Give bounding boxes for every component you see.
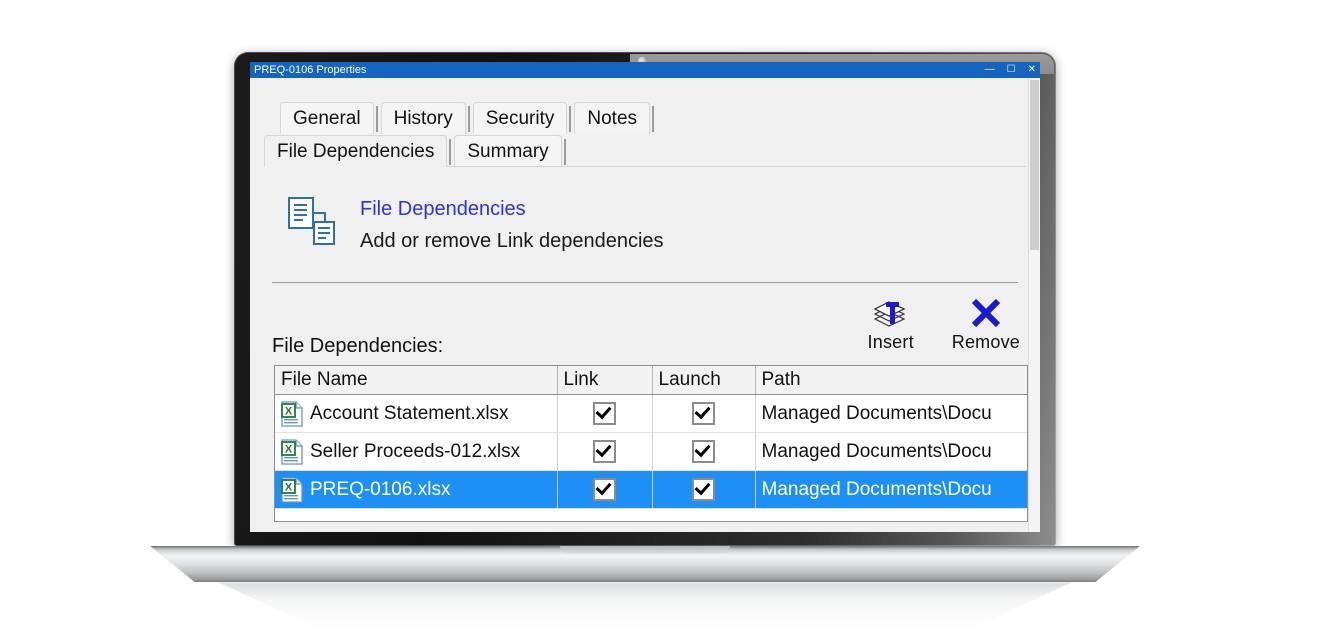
window-scrollbar-thumb[interactable] [1030,80,1039,250]
table-header-row: File Name Link Launch Path [275,366,1027,395]
laptop-reflection [217,582,1073,630]
section-header: File Dependencies Add or remove Link dep… [286,195,664,253]
launch-checkbox[interactable] [692,478,715,501]
cell-path: Managed Documents\Docu [755,432,1027,471]
laptop-base-notch [560,546,730,553]
dialog-titlebar: PREQ-0106 Properties — ☐ ✕ [250,62,1040,78]
file-name-label: Seller Proceeds-012.xlsx [310,440,521,462]
tab-file-dependencies[interactable]: File Dependencies [264,135,448,167]
dialog-body: General History Security Notes File Depe… [250,78,1040,532]
cell-link[interactable] [557,394,653,433]
cell-path: Managed Documents\Docu [755,394,1027,433]
properties-dialog-window: PREQ-0106 Properties — ☐ ✕ General Histo… [250,62,1040,532]
launch-checkbox[interactable] [692,440,715,463]
tab-separator [563,139,566,165]
table-row[interactable]: X Seller Proceeds-012.xlsx Managed Docum… [275,432,1027,471]
window-controls: — ☐ ✕ [985,65,1036,75]
tab-security[interactable]: Security [472,102,568,134]
svg-text:X: X [285,443,293,455]
remove-button[interactable]: Remove [952,295,1020,353]
cell-path: Managed Documents\Docu [755,470,1027,509]
insert-label: Insert [867,332,914,352]
tab-separator [467,106,470,132]
file-name-label: Account Statement.xlsx [310,402,509,424]
svg-text:X: X [285,405,293,417]
file-name-label: PREQ-0106.xlsx [310,478,451,500]
close-icon[interactable]: ✕ [1028,65,1036,75]
link-checkbox[interactable] [593,478,616,501]
list-toolbar: Insert Remove [868,295,1020,353]
tab-separator [569,106,572,132]
cell-file-name: X Seller Proceeds-012.xlsx [275,432,558,471]
list-label: File Dependencies: [272,335,444,357]
column-header-file-name[interactable]: File Name [275,366,558,395]
tab-notes[interactable]: Notes [574,102,651,134]
excel-file-icon: X [281,400,303,427]
tab-row-secondary: File Dependencies Summary [264,133,1026,167]
tab-history[interactable]: History [380,102,466,134]
cell-launch[interactable] [652,470,756,509]
tab-separator [449,139,452,165]
column-header-link[interactable]: Link [557,366,653,395]
minimize-icon[interactable]: — [985,65,995,75]
link-checkbox[interactable] [593,402,616,425]
tab-summary[interactable]: Summary [454,135,562,167]
cell-file-name: X PREQ-0106.xlsx [275,470,558,509]
cell-launch[interactable] [652,394,756,433]
column-header-path[interactable]: Path [755,366,1027,395]
dependency-grid[interactable]: File Name Link Launch Path X Account Sta… [274,365,1028,522]
excel-file-icon: X [281,476,303,503]
section-title: File Dependencies [360,198,526,220]
remove-x-icon [971,298,1000,328]
link-checkbox[interactable] [593,440,616,463]
table-row[interactable]: X Account Statement.xlsx Managed Documen… [275,394,1027,433]
laptop-screen: PREQ-0106 Properties — ☐ ✕ General Histo… [250,62,1040,532]
file-dependency-icon [288,197,335,245]
dialog-title: PREQ-0106 Properties [254,63,367,76]
section-subtitle: Add or remove Link dependencies [360,230,664,252]
column-header-launch[interactable]: Launch [652,366,756,395]
window-scrollbar[interactable] [1028,78,1040,532]
tab-strip: General History Security Notes File Depe… [264,100,1026,167]
maximize-icon[interactable]: ☐ [1007,65,1016,75]
tab-row-primary: General History Security Notes [280,100,1026,134]
insert-stack-icon [873,301,906,327]
cell-file-name: X Account Statement.xlsx [275,394,558,433]
section-header-text: File Dependencies Add or remove Link dep… [360,195,664,253]
launch-checkbox[interactable] [692,402,715,425]
section-divider [272,282,1018,283]
tab-pane-file-dependencies: File Dependencies Add or remove Link dep… [264,166,1028,532]
insert-button[interactable]: Insert [868,295,914,353]
svg-text:X: X [285,481,293,493]
remove-label: Remove [951,332,1020,352]
dependency-table: File Name Link Launch Path X Account Sta… [275,366,1027,509]
cell-link[interactable] [557,470,653,509]
tab-separator [375,106,378,132]
cell-launch[interactable] [652,432,756,471]
excel-file-icon: X [281,438,303,465]
table-row[interactable]: X PREQ-0106.xlsx Managed Documents\Docu [275,470,1027,509]
cell-link[interactable] [557,432,653,471]
tab-separator [652,106,655,132]
laptop-mockup: PREQ-0106 Properties — ☐ ✕ General Histo… [0,0,1323,631]
tab-general[interactable]: General [280,102,374,134]
